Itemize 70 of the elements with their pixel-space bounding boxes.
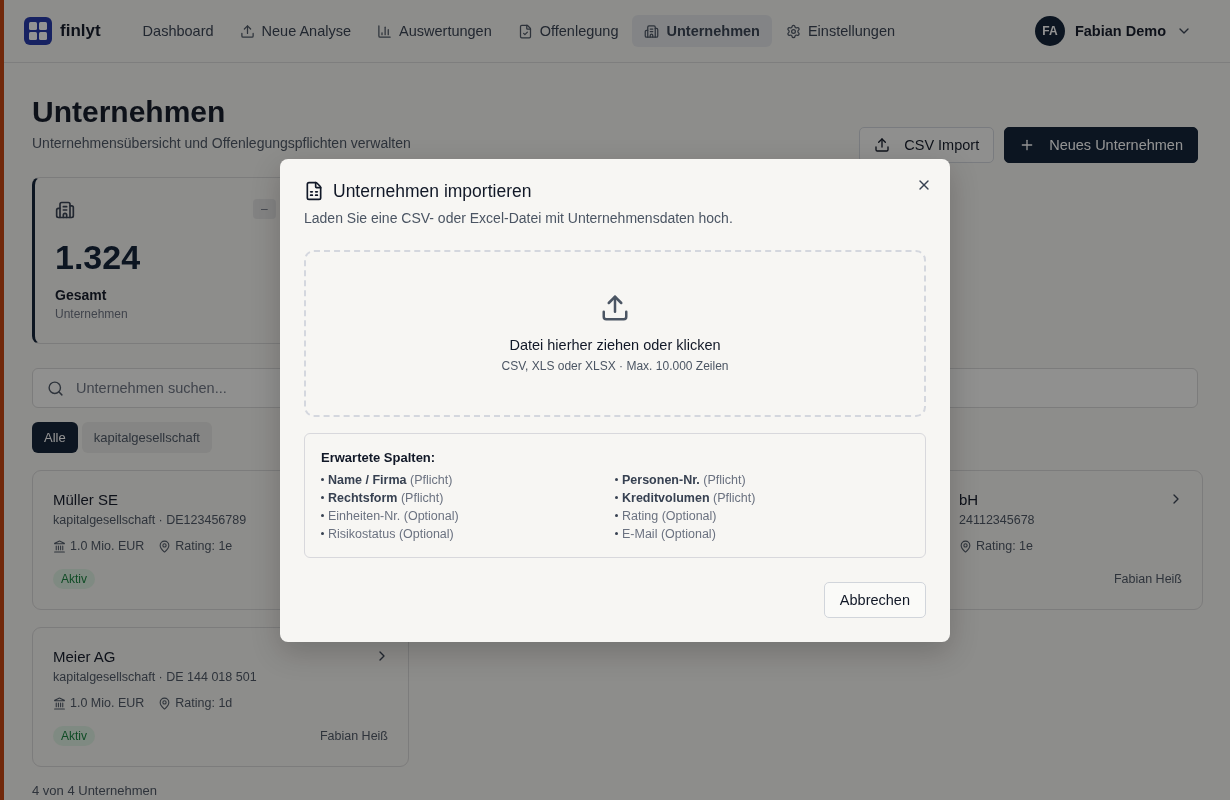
filter-chip[interactable]: kapitalgesellschaft: [81, 422, 212, 453]
rating-label: Rating: 1d: [175, 696, 233, 710]
filter-chip[interactable]: Alle: [32, 422, 78, 453]
company-name: Müller SE: [53, 491, 119, 508]
bar-chart-icon: [377, 23, 393, 39]
nav-link[interactable]: Unternehmen: [632, 15, 772, 47]
bullet-dot: [615, 532, 618, 535]
user-avatar[interactable]: FA: [1034, 16, 1065, 46]
nav-link[interactable]: Dashboard: [130, 15, 226, 47]
status-badge: Aktiv: [53, 569, 95, 589]
owner-name: Fabian Heiß: [319, 729, 388, 743]
columns-title: Erwartete Spalten:: [321, 449, 437, 465]
company-meta: kapitalgesellschaft · DE 144 018 501: [53, 670, 257, 684]
rating-label: Rating: 1e: [976, 539, 1033, 553]
spreadsheet-file-icon: [304, 181, 324, 201]
upload-icon: [600, 293, 630, 323]
credit-amount: 1.0 Mio. EUR: [70, 696, 145, 710]
stat-label: Gesamt: [55, 287, 108, 303]
nav-link[interactable]: Auswertungen: [365, 15, 504, 47]
column-entry: Personen-Nr. (Pflicht): [622, 472, 746, 487]
search-icon: [47, 379, 64, 397]
map-pin-icon: [158, 539, 172, 553]
building-icon: [644, 23, 660, 39]
cancel-button[interactable]: Abbrechen: [823, 581, 926, 618]
dropzone-hint: CSV, XLS oder XLSX · Max. 10.000 Zeilen: [501, 359, 729, 373]
upload-icon: [239, 23, 255, 39]
trend-badge: –: [253, 199, 276, 219]
stat-value: 1.324: [55, 238, 142, 277]
credit-amount: 1.0 Mio. EUR: [70, 539, 145, 553]
status-badge: Aktiv: [53, 726, 95, 746]
bullet-dot: [321, 496, 324, 499]
nav-link[interactable]: Einstellungen: [773, 15, 908, 47]
stat-sublabel: Unternehmen: [55, 307, 129, 321]
bullet-dot: [321, 514, 324, 517]
rating-label: Rating: 1e: [175, 539, 233, 553]
file-dropzone[interactable]: Datei hierher ziehen oder klicken CSV, XLS oder XLSX · Max. 10.000 Zeilen: [304, 249, 926, 417]
bullet-dot: [321, 532, 324, 535]
bullet-dot: [321, 478, 324, 481]
logo-text: finlyt: [60, 21, 101, 41]
column-entry: Rating (Optional): [622, 508, 717, 523]
logo-icon: [24, 17, 52, 45]
bank-icon: [53, 696, 66, 710]
result-count: 4 von 4 Unternehmen: [32, 783, 159, 798]
page-subtitle: Unternehmensübersicht und Offenlegungspflichten verwalten: [32, 135, 411, 151]
settings-icon: [785, 23, 801, 39]
bank-icon: [53, 539, 66, 553]
bullet-dot: [615, 514, 618, 517]
page-title: Unternehmen: [32, 95, 227, 129]
dialog-title: Unternehmen importieren: [333, 180, 532, 202]
company-meta: 24112345678: [959, 513, 1035, 527]
dropzone-title: Datei hierher ziehen oder klicken: [509, 337, 721, 353]
owner-name: Fabian Heiß: [1113, 572, 1182, 586]
column-entry: E-Mail (Optional): [622, 526, 716, 541]
column-entry: Kreditvolumen (Pflicht): [622, 490, 756, 505]
map-pin-icon: [959, 539, 972, 553]
company-meta: kapitalgesellschaft · DE123456789: [53, 513, 247, 527]
nav-link[interactable]: Offenlegung: [505, 15, 631, 47]
bullet-dot: [615, 496, 618, 499]
file-check-icon: [517, 23, 533, 39]
nav-link[interactable]: Neue Analyse: [227, 15, 364, 47]
bullet-dot: [615, 478, 618, 481]
upload-icon: [874, 137, 891, 153]
import-button[interactable]: CSV Import: [859, 127, 995, 163]
map-pin-icon: [158, 696, 172, 710]
company-name: Meier AG: [53, 648, 116, 665]
company-name: bH: [959, 491, 979, 508]
dialog-description: Laden Sie eine CSV- oder Excel-Datei mit Unternehmensdaten hoch.: [304, 209, 734, 226]
building-icon: [55, 200, 75, 220]
new-company-button[interactable]: Neues Unternehmen: [1004, 127, 1198, 163]
user-name[interactable]: Fabian Demo: [1074, 23, 1166, 39]
